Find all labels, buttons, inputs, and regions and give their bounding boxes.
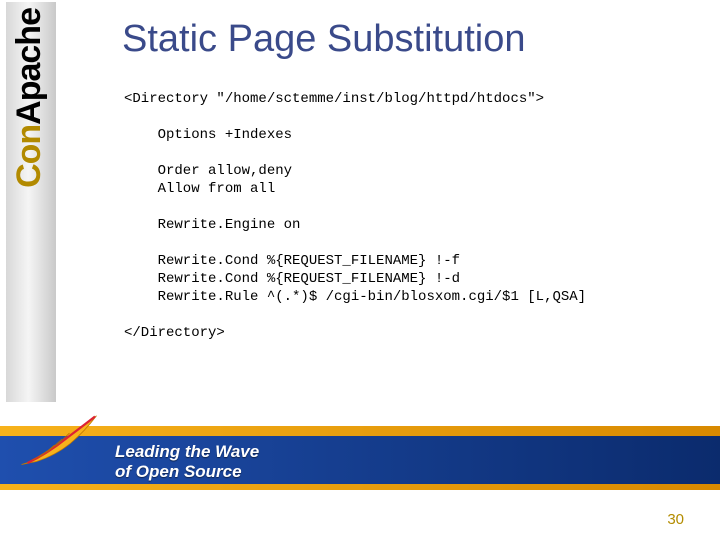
slide-title: Static Page Substitution xyxy=(122,18,525,61)
banner-blue-stripe xyxy=(0,436,720,484)
slide: ConApache Static Page Substitution <Dire… xyxy=(0,0,720,540)
logo-wordmark: ConApache xyxy=(12,8,46,188)
logo-text-apache: Apache xyxy=(10,8,48,125)
code-line: Options +Indexes xyxy=(124,127,292,143)
apachecon-logo: ConApache xyxy=(6,2,56,402)
code-line: Rewrite.Engine on xyxy=(124,217,300,233)
config-code: <Directory "/home/sctemme/inst/blog/http… xyxy=(124,90,694,342)
feather-icon xyxy=(14,410,104,474)
banner-orange-stripe xyxy=(0,426,720,436)
banner-orange-underline xyxy=(0,484,720,490)
footer-banner: Leading the Wave of Open Source xyxy=(0,426,720,512)
code-line: Rewrite.Rule ^(.*)$ /cgi-bin/blosxom.cgi… xyxy=(124,289,586,305)
code-line: Allow from all xyxy=(124,181,275,197)
tagline: Leading the Wave of Open Source xyxy=(115,442,259,482)
code-line: Order allow,deny xyxy=(124,163,292,179)
code-line: </Directory> xyxy=(124,325,225,341)
tagline-line2: of Open Source xyxy=(115,462,259,482)
page-number: 30 xyxy=(667,511,684,528)
code-line: <Directory "/home/sctemme/inst/blog/http… xyxy=(124,91,544,107)
code-line: Rewrite.Cond %{REQUEST_FILENAME} !-d xyxy=(124,271,460,287)
code-line: Rewrite.Cond %{REQUEST_FILENAME} !-f xyxy=(124,253,460,269)
logo-text-con: Con xyxy=(10,125,48,188)
tagline-line1: Leading the Wave xyxy=(115,442,259,462)
